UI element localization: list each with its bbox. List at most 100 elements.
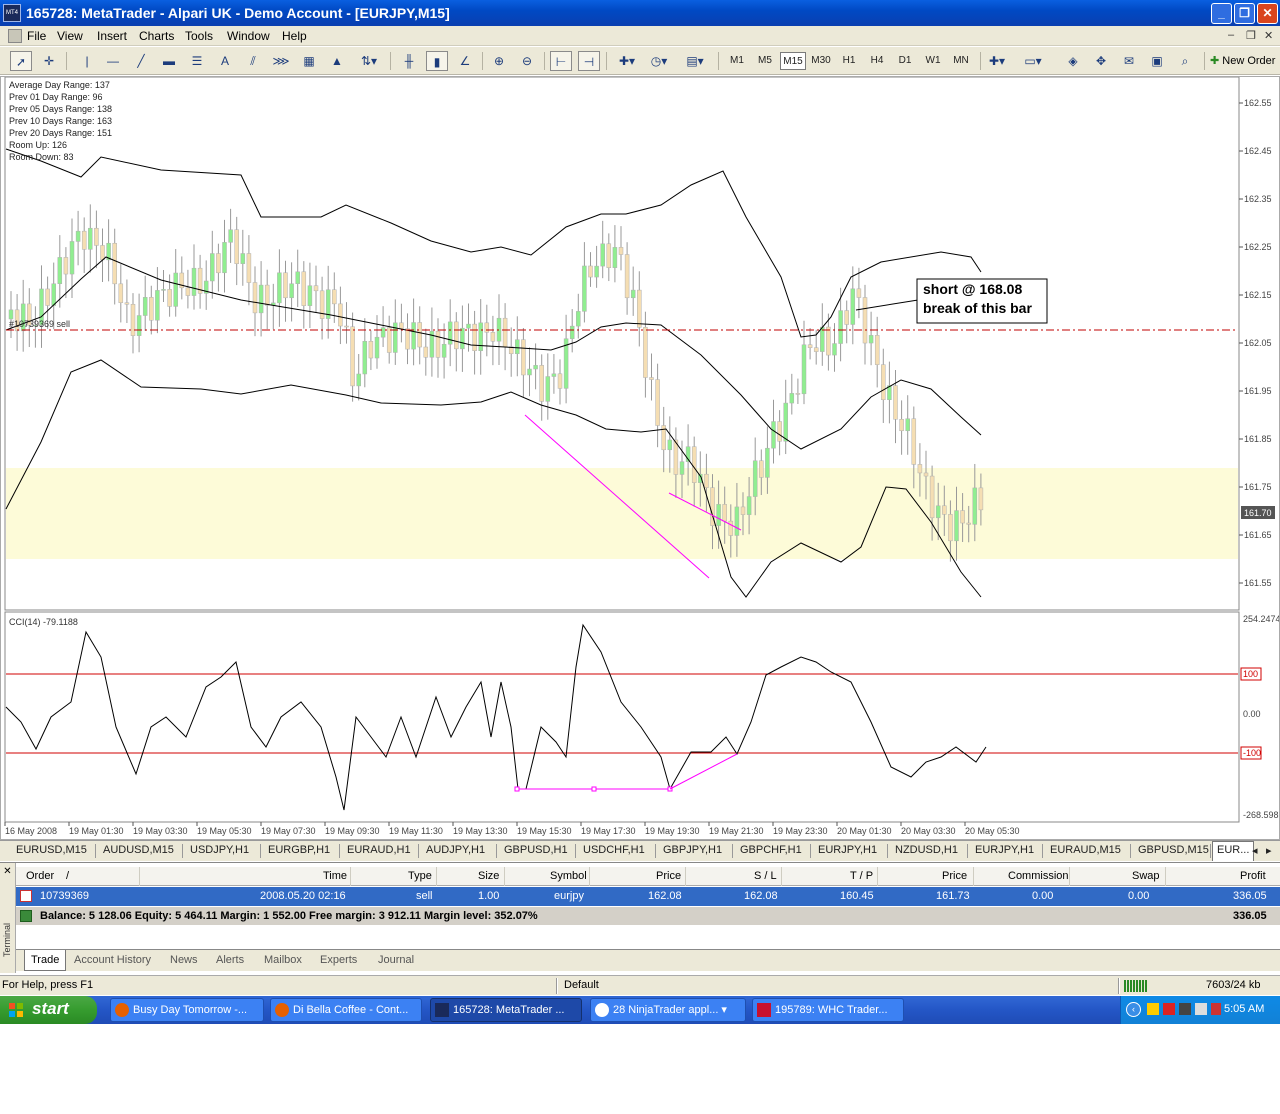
- col-symbol[interactable]: Symbol: [550, 870, 587, 882]
- equidistant-channel-icon[interactable]: ▬: [158, 51, 180, 71]
- menu-file[interactable]: File: [27, 29, 46, 43]
- chart-tab[interactable]: EURJPY,H1: [975, 844, 1034, 856]
- tray-expand-icon[interactable]: ‹: [1126, 1002, 1141, 1017]
- terminal-tab-journal[interactable]: Journal: [378, 954, 414, 966]
- cci-anchor-2[interactable]: [591, 786, 597, 792]
- terminal-tab-account-history[interactable]: Account History: [74, 954, 151, 966]
- crosshair-tool-icon[interactable]: ✛: [38, 51, 60, 71]
- tabs-scroll-left-icon[interactable]: ◂: [1252, 844, 1258, 857]
- terminal-tab-trade[interactable]: Trade: [24, 950, 67, 971]
- arrows-dropdown-icon[interactable]: ⇅▾: [358, 51, 380, 71]
- menu-insert[interactable]: Insert: [97, 29, 127, 43]
- col-tp[interactable]: T / P: [850, 870, 873, 882]
- new-chart-icon[interactable]: ✚▾: [986, 51, 1008, 71]
- chart-tab[interactable]: AUDJPY,H1: [426, 844, 485, 856]
- arrow-up-icon[interactable]: ▲: [326, 51, 348, 71]
- terminal-tab-news[interactable]: News: [170, 954, 198, 966]
- line-chart-icon[interactable]: ∠: [454, 51, 476, 71]
- timeframe-w1[interactable]: W1: [920, 52, 946, 70]
- terminal-tab-alerts[interactable]: Alerts: [216, 954, 244, 966]
- chart-tab[interactable]: EURJPY,H1: [818, 844, 877, 856]
- chart-tab[interactable]: GBPCHF,H1: [740, 844, 802, 856]
- autoscroll-icon[interactable]: ⊢: [550, 51, 572, 71]
- col-sort[interactable]: /: [66, 870, 69, 882]
- chart-window[interactable]: #10739369 sell short @ 168.08 break of t…: [0, 76, 1280, 840]
- chart-tab[interactable]: EURAUD,H1: [347, 844, 411, 856]
- profiles-icon[interactable]: ▭▾: [1022, 51, 1044, 71]
- bar-chart-icon[interactable]: ╫: [398, 51, 420, 71]
- indicators-icon[interactable]: ✚▾: [616, 51, 638, 71]
- terminal-tab-mailbox[interactable]: Mailbox: [264, 954, 302, 966]
- task-metatrader[interactable]: 165728: MetaTrader ...: [430, 998, 582, 1022]
- data-window-icon[interactable]: ✥: [1090, 51, 1112, 71]
- task-ninjatrader[interactable]: 28 NinjaTrader appl... ▾: [590, 998, 746, 1022]
- close-button[interactable]: ✕: [1257, 3, 1278, 24]
- menu-charts[interactable]: Charts: [139, 29, 174, 43]
- templates-icon[interactable]: ▤▾: [684, 51, 706, 71]
- menu-tools[interactable]: Tools: [185, 29, 213, 43]
- start-button[interactable]: start: [0, 996, 97, 1024]
- col-swap[interactable]: Swap: [1132, 870, 1160, 882]
- terminal-close-icon[interactable]: ✕: [2, 866, 13, 877]
- col-type[interactable]: Type: [408, 870, 432, 882]
- chart-shift-icon[interactable]: ⊣: [578, 51, 600, 71]
- mdi-minimize-icon[interactable]: –: [1228, 29, 1234, 41]
- tabs-scroll-right-icon[interactable]: ▸: [1266, 844, 1272, 857]
- menu-window[interactable]: Window: [227, 29, 270, 43]
- fibonacci-icon[interactable]: ☰: [186, 51, 208, 71]
- minimize-button[interactable]: _: [1211, 3, 1232, 24]
- cci-anchor-1[interactable]: [514, 786, 520, 792]
- col-order[interactable]: Order: [26, 870, 54, 882]
- tray-network-icon[interactable]: [1179, 1003, 1191, 1015]
- timeframe-m30[interactable]: M30: [808, 52, 834, 70]
- market-watch-icon[interactable]: ◈: [1062, 51, 1084, 71]
- tray-app-icon[interactable]: [1147, 1003, 1159, 1015]
- maximize-button[interactable]: ❐: [1234, 3, 1255, 24]
- col-sl[interactable]: S / L: [754, 870, 777, 882]
- chart-tab[interactable]: GBPUSD,H1: [504, 844, 568, 856]
- table-row[interactable]: 10739369 2008.05.20 02:16 sell 1.00 eurj…: [16, 887, 1280, 906]
- pitchfork-icon[interactable]: ⋙: [270, 51, 292, 71]
- clock[interactable]: 5:05 AM: [1224, 1003, 1264, 1015]
- vertical-line-icon[interactable]: |: [76, 51, 98, 71]
- document-icon[interactable]: [8, 29, 22, 43]
- label-icon[interactable]: ▦: [298, 51, 320, 71]
- chart-tab[interactable]: GBPUSD,M15: [1138, 844, 1209, 856]
- chart-tab[interactable]: EURGBP,H1: [268, 844, 330, 856]
- tray-volume-icon[interactable]: [1195, 1003, 1207, 1015]
- text-tool-icon[interactable]: A: [214, 51, 236, 71]
- cci-panel[interactable]: [4, 611, 1240, 823]
- task-whc-trader[interactable]: 195789: WHC Trader...: [752, 998, 904, 1022]
- col-size[interactable]: Size: [478, 870, 499, 882]
- chart-tab[interactable]: EUR...: [1212, 841, 1255, 861]
- chart-tab[interactable]: EURUSD,M15: [16, 844, 87, 856]
- terminal-toggle-icon[interactable]: ▣: [1146, 51, 1168, 71]
- gann-icon[interactable]: ⫽: [242, 51, 264, 71]
- task-firefox-1[interactable]: Busy Day Tomorrow -...: [110, 998, 264, 1022]
- terminal-tab-experts[interactable]: Experts: [320, 954, 357, 966]
- chart-tab[interactable]: USDCHF,H1: [583, 844, 645, 856]
- candlestick-chart-icon[interactable]: ▮: [426, 51, 448, 71]
- price-chart[interactable]: #10739369 sell short @ 168.08 break of t…: [1, 76, 1280, 839]
- task-firefox-2[interactable]: Di Bella Coffee - Cont...: [270, 998, 422, 1022]
- timeframe-m15[interactable]: M15: [780, 52, 806, 70]
- strategy-tester-icon[interactable]: ⌕: [1174, 51, 1196, 71]
- col-profit[interactable]: Profit: [1240, 870, 1266, 882]
- col-price[interactable]: Price: [656, 870, 681, 882]
- menu-view[interactable]: View: [57, 29, 83, 43]
- tray-alert-icon[interactable]: [1211, 1003, 1221, 1015]
- chart-tab[interactable]: USDJPY,H1: [190, 844, 249, 856]
- col-current-price[interactable]: Price: [942, 870, 967, 882]
- timeframe-h1[interactable]: H1: [836, 52, 862, 70]
- timeframe-m1[interactable]: M1: [724, 52, 750, 70]
- timeframe-d1[interactable]: D1: [892, 52, 918, 70]
- chart-tab[interactable]: EURAUD,M15: [1050, 844, 1121, 856]
- chart-tab[interactable]: GBPJPY,H1: [663, 844, 722, 856]
- cursor-tool-icon[interactable]: ➚: [10, 51, 32, 71]
- chart-tab[interactable]: AUDUSD,M15: [103, 844, 174, 856]
- menu-help[interactable]: Help: [282, 29, 307, 43]
- timeframe-m5[interactable]: M5: [752, 52, 778, 70]
- zoom-in-icon[interactable]: ⊕: [488, 51, 510, 71]
- zoom-out-icon[interactable]: ⊖: [516, 51, 538, 71]
- horizontal-line-icon[interactable]: —: [102, 51, 124, 71]
